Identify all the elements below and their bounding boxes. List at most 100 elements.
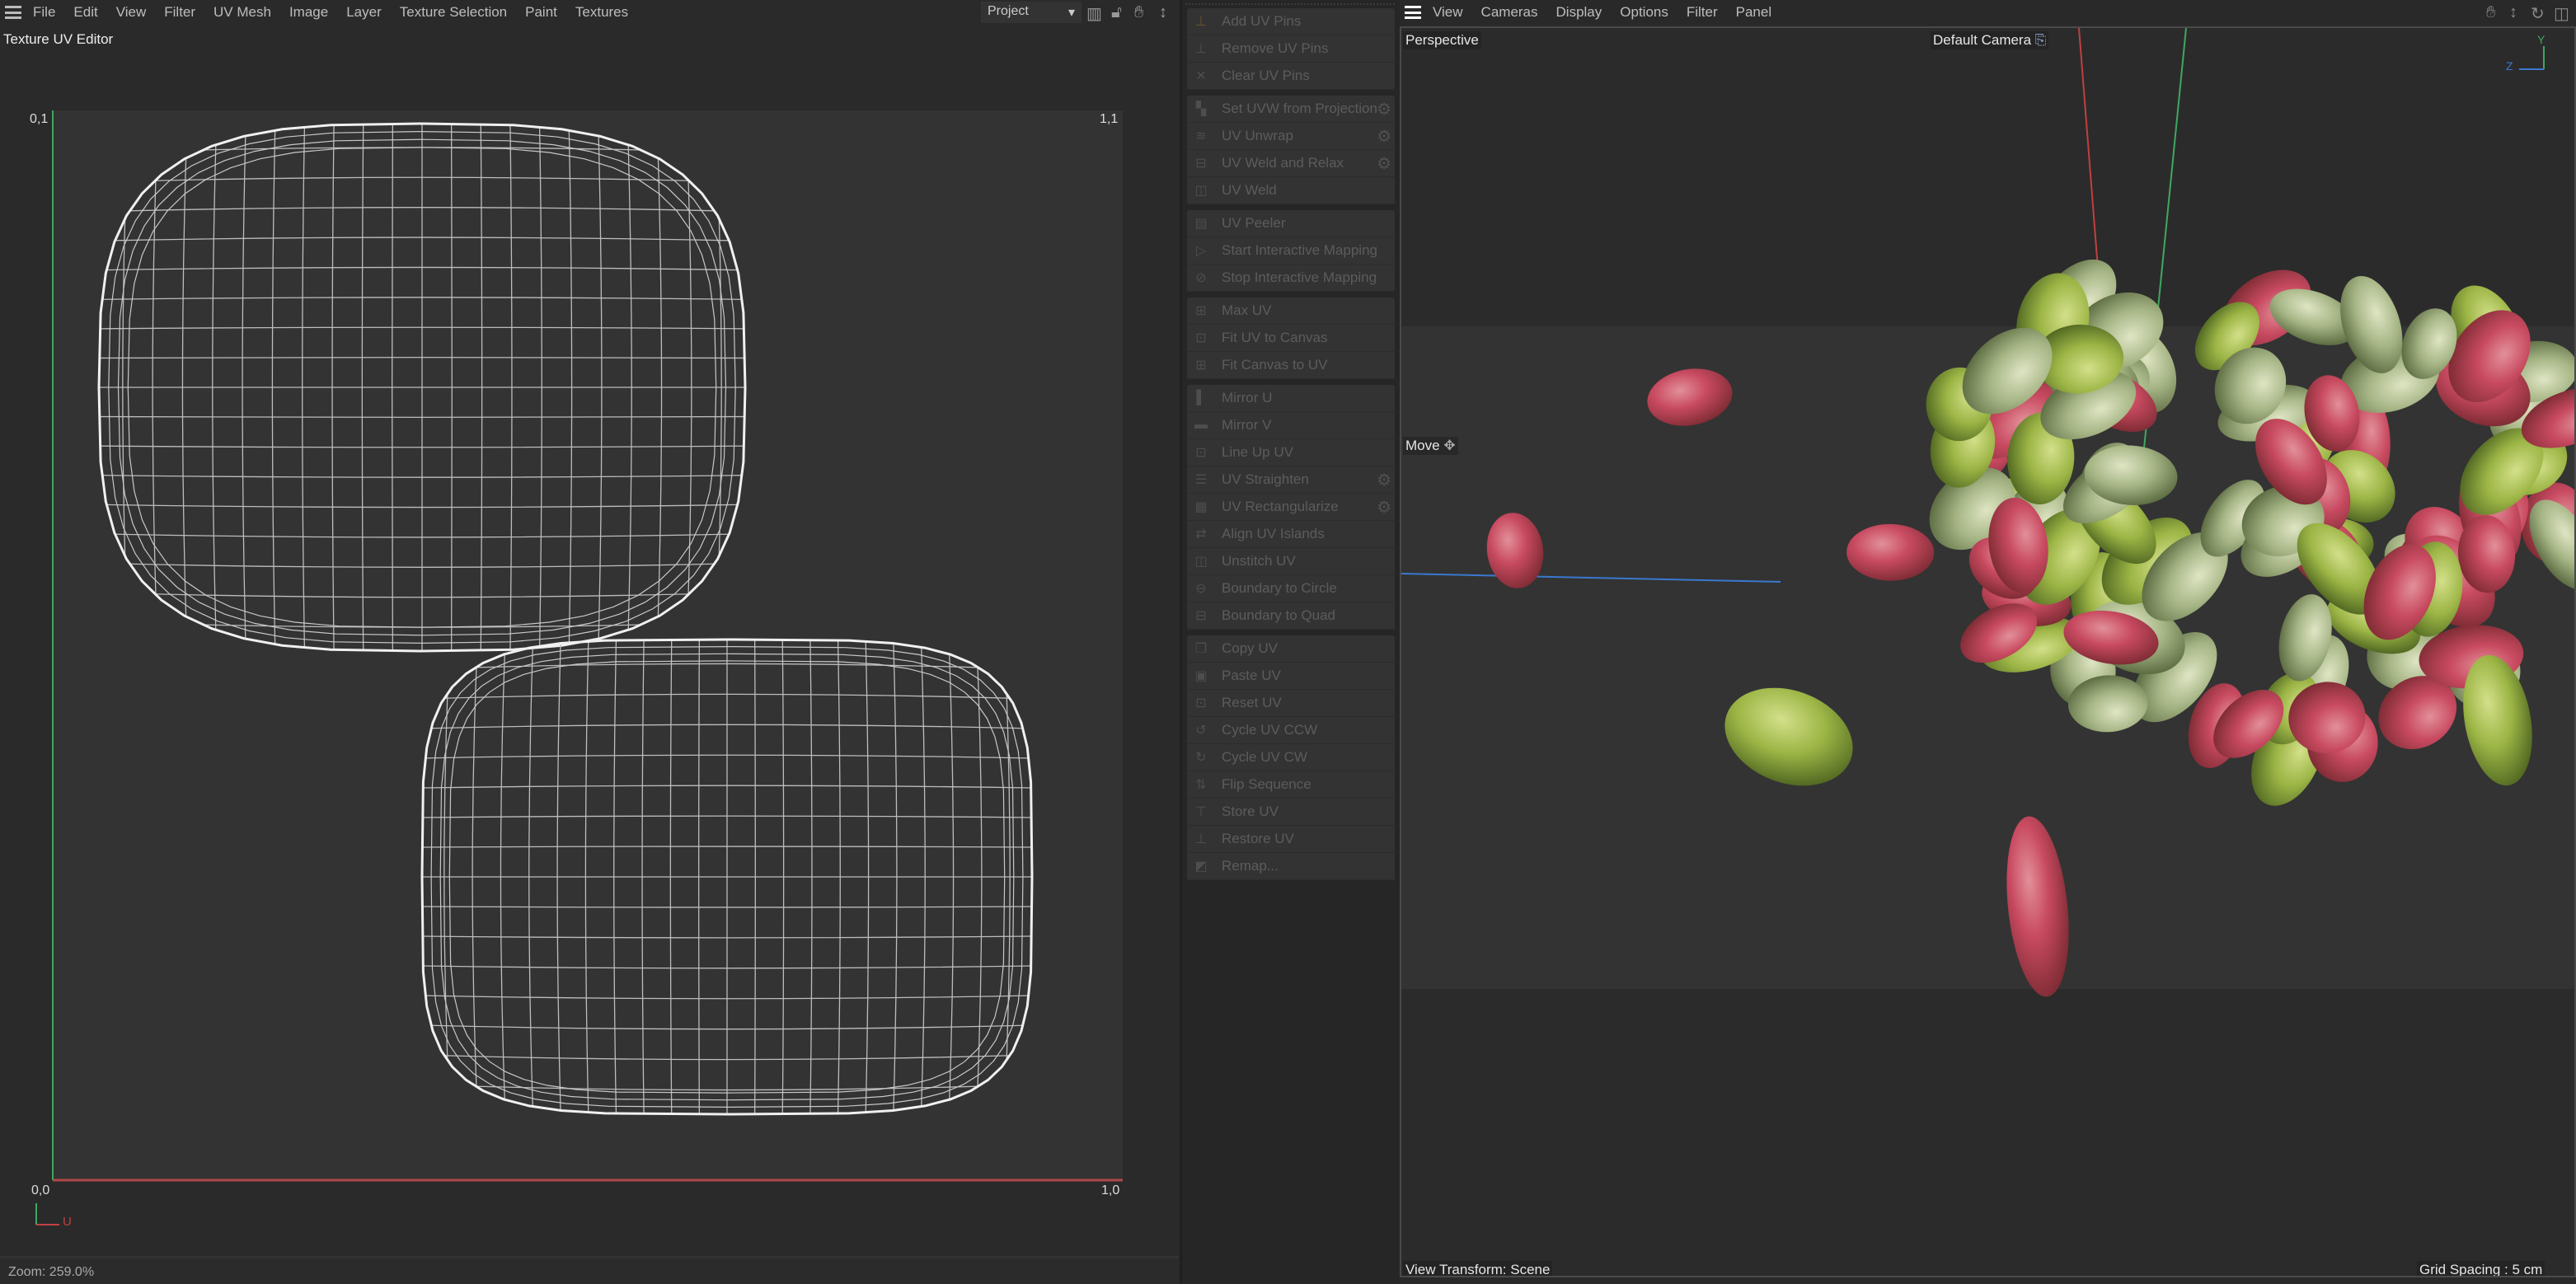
projection-label[interactable]: Perspective: [1403, 31, 1481, 49]
menu-cameras[interactable]: Cameras: [1481, 4, 1538, 21]
view-transform-label: View Transform: Scene: [1403, 1261, 1552, 1277]
menu-file[interactable]: File: [33, 4, 55, 21]
menu-edit[interactable]: Edit: [73, 4, 97, 21]
gear-icon[interactable]: ⚙: [1377, 470, 1391, 490]
command-remove-uv-pins[interactable]: ⊥Remove UV Pins: [1187, 35, 1395, 63]
menu-uv-mesh[interactable]: UV Mesh: [213, 4, 271, 21]
menu-image[interactable]: Image: [289, 4, 328, 21]
command-clear-uv-pins[interactable]: ✕Clear UV Pins: [1187, 63, 1395, 90]
command-add-uv-pins[interactable]: ⊥Add UV Pins: [1187, 8, 1395, 35]
command-stop-interactive-mapping[interactable]: ⊘Stop Interactive Mapping: [1187, 265, 1395, 292]
move-vertical-icon[interactable]: ↕: [1159, 3, 1167, 22]
maximize-icon[interactable]: ◫: [2554, 3, 2569, 24]
command-mirror-v[interactable]: ▬Mirror V: [1187, 412, 1395, 439]
menu-options[interactable]: Options: [1620, 4, 1668, 21]
command-max-uv[interactable]: ⊞Max UV: [1187, 298, 1395, 325]
command-flip-sequence[interactable]: ⇅Flip Sequence: [1187, 771, 1395, 799]
reset-icon: ⊡: [1190, 695, 1212, 711]
command-copy-uv[interactable]: ❐Copy UV: [1187, 635, 1395, 663]
zoom-status: Zoom: 259.0%: [8, 1265, 94, 1279]
command-uv-straighten[interactable]: ☰UV Straighten⚙: [1187, 466, 1395, 494]
command-label: Mirror U: [1222, 390, 1272, 406]
project-select[interactable]: Project▾: [981, 2, 1082, 23]
command-uv-peeler[interactable]: ▤UV Peeler: [1187, 210, 1395, 237]
command-boundary-to-quad[interactable]: ⊟Boundary to Quad: [1187, 602, 1395, 630]
menu-textures[interactable]: Textures: [575, 4, 628, 21]
command-label: Cycle UV CCW: [1222, 722, 1317, 738]
command-label: Paste UV: [1222, 668, 1281, 684]
menu-view[interactable]: View: [1433, 4, 1463, 21]
rotate-cw-icon: ↻: [1190, 749, 1212, 766]
menu-panel[interactable]: Panel: [1736, 4, 1771, 21]
gear-icon[interactable]: ⚙: [1377, 99, 1391, 119]
command-group: ▚Set UVW from Projection⚙≋UV Unwrap⚙ ⊟ UV …: [1187, 96, 1395, 204]
3d-viewport[interactable]: Perspective Default Camera ⎘ Y Z Move ✥ …: [1400, 26, 2576, 1277]
fit-uv-icon: ⊡: [1190, 330, 1212, 346]
command-uv-rectangularize[interactable]: ▦UV Rectangularize⚙: [1187, 494, 1395, 521]
command-fit-uv-to-canvas[interactable]: ⊡Fit UV to Canvas: [1187, 325, 1395, 352]
command-fit-canvas-to-uv[interactable]: ⊞Fit Canvas to UV: [1187, 352, 1395, 379]
uv-canvas[interactable]: [0, 0, 1179, 1284]
corner-label-bottom-right: 1,0: [1101, 1183, 1119, 1198]
command-unstitch-uv[interactable]: ◫Unstitch UV: [1187, 548, 1395, 575]
menu-view[interactable]: View: [116, 4, 147, 21]
menu-texture-selection[interactable]: Texture Selection: [400, 4, 507, 21]
gear-icon[interactable]: ⚙: [1377, 497, 1391, 518]
store-icon: ⊤: [1190, 804, 1212, 820]
command-label: Store UV: [1222, 804, 1279, 820]
align-icon: ⇄: [1190, 526, 1212, 542]
command-start-interactive-mapping[interactable]: ▷Start Interactive Mapping: [1187, 237, 1395, 265]
command-label: Stop Interactive Mapping: [1222, 269, 1377, 286]
command-label: Copy UV: [1222, 640, 1278, 657]
command-label: UV Weld and Relax: [1222, 155, 1344, 171]
lock-icon[interactable]: 🔓︎: [1111, 3, 1122, 22]
u-axis-label: U: [63, 1215, 72, 1229]
project-select-value: Project: [988, 4, 1029, 21]
quad-icon: ⊟: [1190, 607, 1212, 624]
gear-icon[interactable]: ⚙: [1377, 153, 1391, 174]
command-mirror-u[interactable]: ▌Mirror U: [1187, 385, 1395, 412]
command-group: ▌Mirror U▬Mirror V⊡Line Up UV☰UV Straigh…: [1187, 385, 1395, 630]
orbit-icon[interactable]: ↻: [2531, 3, 2545, 24]
panel-title: Texture UV Editor: [3, 31, 113, 48]
weld-relax-icon: ⊟: [1190, 155, 1212, 171]
camera-name: Default Camera: [1933, 32, 2031, 48]
command-label: UV Weld: [1222, 182, 1277, 199]
command-set-uvw-from-projection[interactable]: ▚Set UVW from Projection⚙: [1187, 96, 1395, 123]
hamburger-menu-icon[interactable]: [5, 6, 21, 19]
command-restore-uv[interactable]: ⊥Restore UV: [1187, 826, 1395, 853]
command-align-uv-islands[interactable]: ⇄ Align UV Islands: [1187, 521, 1395, 548]
command-cycle-uv-cw[interactable]: ↻Cycle UV CW: [1187, 744, 1395, 771]
command-uv-unwrap[interactable]: ≋UV Unwrap⚙: [1187, 123, 1395, 150]
command-remap[interactable]: ◩Remap...: [1187, 853, 1395, 880]
menu-filter[interactable]: Filter: [1687, 4, 1718, 21]
command-label: Align UV Islands: [1222, 526, 1325, 542]
status-bar: Zoom: 259.0%: [0, 1256, 1179, 1284]
histogram-icon[interactable]: ▥: [1086, 3, 1102, 24]
command-uv-weld-and-relax[interactable]: ⊟ UV Weld and Relax ⚙: [1187, 150, 1395, 177]
hamburger-menu-icon[interactable]: [1405, 6, 1421, 19]
uv-editor-panel: File Edit View Filter UV Mesh Image Layer Textu…: [0, 0, 1179, 1284]
command-store-uv[interactable]: ⊤ Store UV: [1187, 799, 1395, 826]
camera-label[interactable]: Default Camera ⎘: [1931, 31, 2048, 49]
command-boundary-to-circle[interactable]: ⊖Boundary to Circle: [1187, 575, 1395, 602]
command-cycle-uv-ccw[interactable]: ↺Cycle UV CCW: [1187, 717, 1395, 744]
command-paste-uv[interactable]: ▣ Paste UV: [1187, 663, 1395, 690]
hand-pan-icon[interactable]: ✋︎: [2486, 3, 2495, 22]
command-reset-uv[interactable]: ⊡Reset UV: [1187, 690, 1395, 717]
command-line-up-uv[interactable]: ⊡Line Up UV: [1187, 439, 1395, 466]
hand-pan-icon[interactable]: ✋︎: [1134, 3, 1143, 22]
paste-icon: ▣: [1190, 668, 1212, 684]
move-vertical-icon[interactable]: ↕: [2509, 3, 2517, 22]
menu-display[interactable]: Display: [1556, 4, 1602, 21]
menu-paint[interactable]: Paint: [525, 4, 557, 21]
command-uv-weld[interactable]: ◫UV Weld: [1187, 177, 1395, 204]
pin-icon: ⊥: [1190, 13, 1212, 30]
menu-layer[interactable]: Layer: [346, 4, 382, 21]
gear-icon[interactable]: ⚙: [1377, 126, 1391, 147]
viewport-menubar: View Cameras Display Options Filter Panel: [1400, 0, 2576, 25]
corner-label-bottom-left: 0,0: [31, 1183, 49, 1198]
menu-filter[interactable]: Filter: [164, 4, 195, 21]
command-label: UV Rectangularize: [1222, 499, 1339, 515]
corner-label-top-left: 0,1: [30, 112, 48, 127]
